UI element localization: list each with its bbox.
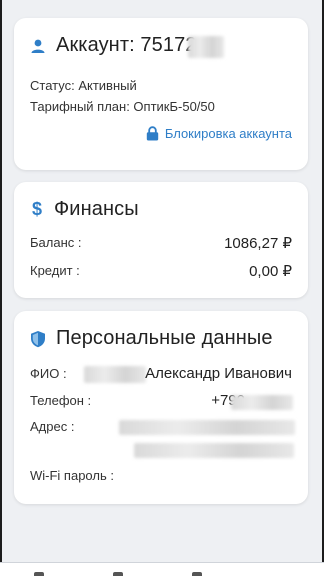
- finance-title: Финансы: [54, 198, 139, 220]
- lock-icon: [146, 126, 159, 141]
- personal-title: Персональные данные: [56, 327, 273, 349]
- name-value: Александр Иванович: [145, 365, 292, 382]
- address-label: Адрес :: [30, 419, 75, 434]
- personal-card: Персональные данные ФИО : Александр Иван…: [14, 311, 308, 504]
- finance-header: $ Финансы: [30, 198, 139, 221]
- dollar-icon: $: [31, 199, 42, 219]
- block-account-link[interactable]: Блокировка аккаунта: [146, 126, 292, 141]
- nav-item-2[interactable]: [113, 572, 123, 576]
- address-line2-redacted: [134, 443, 294, 458]
- name-label: ФИО :: [30, 366, 67, 381]
- screen-edge-left: [0, 0, 2, 576]
- account-number-redacted: [188, 36, 224, 58]
- wifi-label: Wi-Fi пароль :: [30, 468, 114, 483]
- personal-header: Персональные данные: [30, 327, 273, 350]
- nav-item-1[interactable]: [34, 572, 44, 576]
- surname-redacted: [84, 366, 146, 383]
- account-header: Аккаунт: 75172: [30, 34, 197, 57]
- credit-label: Кредит :: [30, 263, 80, 278]
- bottom-navigation-bar: [0, 562, 324, 576]
- shield-icon: [30, 330, 46, 348]
- account-title: Аккаунт: 75172: [56, 34, 197, 56]
- account-status: Статус: Активный: [30, 78, 137, 93]
- account-tariff: Тарифный план: ОптикБ-50/50: [30, 99, 215, 114]
- block-account-label: Блокировка аккаунта: [164, 126, 292, 141]
- account-card: Аккаунт: 75172 Статус: Активный Тарифный…: [14, 18, 308, 170]
- credit-value: 0,00 ₽: [249, 263, 292, 280]
- nav-item-3[interactable]: [192, 572, 202, 576]
- phone-label: Телефон :: [30, 393, 92, 408]
- address-line1-redacted: [119, 420, 295, 435]
- balance-label: Баланс :: [30, 235, 82, 250]
- finance-card: $ Финансы Баланс : 1086,27 ₽ Кредит : 0,…: [14, 182, 308, 298]
- user-icon: [30, 38, 46, 54]
- balance-value: 1086,27 ₽: [224, 235, 292, 252]
- phone-redacted: [231, 395, 293, 410]
